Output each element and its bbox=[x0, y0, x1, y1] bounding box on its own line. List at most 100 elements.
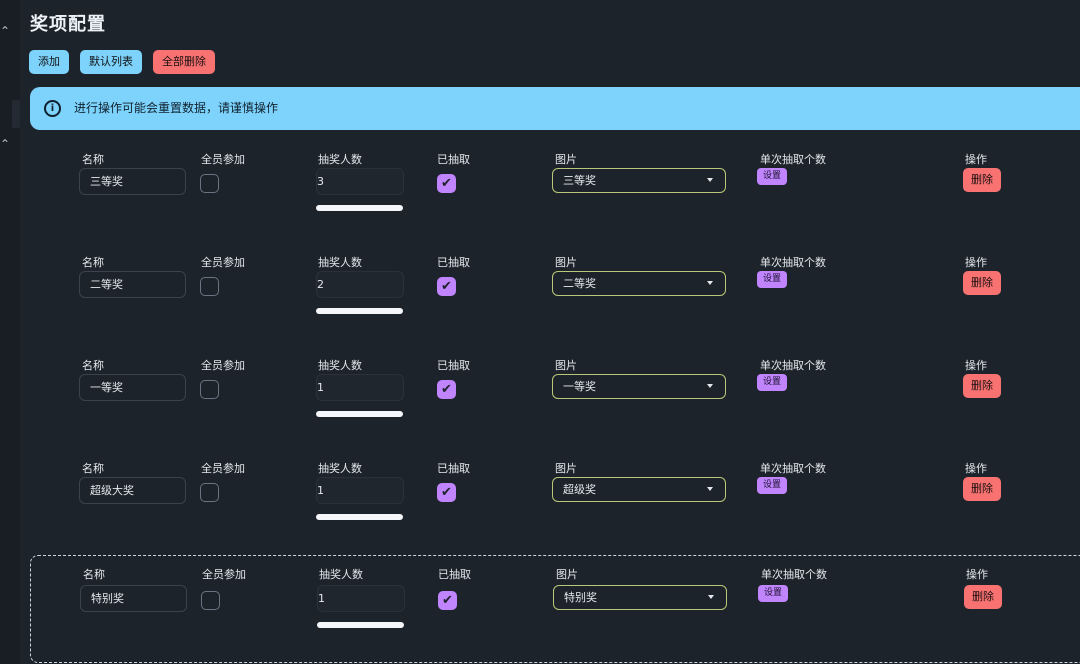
all-join-checkbox[interactable] bbox=[200, 174, 219, 193]
draw-count-input[interactable]: 3 bbox=[316, 168, 404, 195]
delete-prize-button[interactable]: 删除 bbox=[963, 477, 1001, 501]
set-per-draw-button[interactable]: 设置 bbox=[758, 585, 789, 602]
actions-label: 操作 bbox=[965, 359, 987, 372]
all-join-checkbox[interactable] bbox=[200, 380, 219, 399]
check-icon: ✔ bbox=[441, 485, 452, 500]
add-button[interactable]: 添加 bbox=[29, 50, 69, 74]
sidebar-item[interactable] bbox=[12, 100, 20, 128]
actions-label: 操作 bbox=[965, 256, 987, 269]
all-join-label: 全员参加 bbox=[202, 568, 246, 581]
chevron-down-icon bbox=[707, 281, 713, 285]
chevron-up-icon[interactable]: ⌃ bbox=[0, 25, 10, 37]
drawn-label: 已抽取 bbox=[438, 568, 471, 581]
delete-prize-button[interactable]: 删除 bbox=[963, 271, 1001, 295]
drawn-checkbox[interactable]: ✔ bbox=[437, 174, 456, 193]
chevron-up-icon[interactable]: ⌃ bbox=[0, 138, 10, 150]
draw-count-input[interactable]: 1 bbox=[316, 477, 404, 504]
all-join-checkbox[interactable] bbox=[200, 483, 219, 502]
drawn-checkbox[interactable]: ✔ bbox=[437, 380, 456, 399]
image-select[interactable]: 一等奖 bbox=[552, 374, 726, 399]
prize-name-input[interactable]: 二等奖 bbox=[79, 271, 186, 298]
draw-count-label: 抽奖人数 bbox=[318, 256, 362, 269]
chevron-down-icon bbox=[707, 384, 713, 388]
main-content: 奖项配置 添加 默认列表 全部删除 i 进行操作可能会重置数据，请谨慎操作 名称… bbox=[20, 0, 1080, 664]
image-select[interactable]: 二等奖 bbox=[552, 271, 726, 296]
draw-count-slider[interactable] bbox=[316, 411, 403, 417]
name-label: 名称 bbox=[83, 568, 105, 581]
draw-count-label: 抽奖人数 bbox=[319, 568, 363, 581]
drawn-label: 已抽取 bbox=[437, 256, 470, 269]
set-per-draw-button[interactable]: 设置 bbox=[757, 271, 788, 288]
delete-prize-button[interactable]: 删除 bbox=[964, 585, 1002, 609]
draw-count-label: 抽奖人数 bbox=[318, 462, 362, 475]
image-label: 图片 bbox=[555, 256, 577, 269]
actions-label: 操作 bbox=[966, 568, 988, 581]
draw-count-input[interactable]: 1 bbox=[316, 374, 404, 401]
check-icon: ✔ bbox=[441, 382, 452, 397]
prize-name-input[interactable]: 三等奖 bbox=[79, 168, 186, 195]
actions-label: 操作 bbox=[965, 153, 987, 166]
image-select[interactable]: 特别奖 bbox=[553, 585, 727, 610]
all-join-label: 全员参加 bbox=[201, 359, 245, 372]
actions-label: 操作 bbox=[965, 462, 987, 475]
draw-count-input[interactable]: 2 bbox=[316, 271, 404, 298]
chevron-down-icon bbox=[707, 487, 713, 491]
chevron-down-icon bbox=[708, 595, 714, 599]
set-per-draw-button[interactable]: 设置 bbox=[757, 168, 788, 185]
name-label: 名称 bbox=[82, 256, 104, 269]
image-select[interactable]: 超级奖 bbox=[552, 477, 726, 502]
all-join-label: 全员参加 bbox=[201, 153, 245, 166]
drawn-label: 已抽取 bbox=[437, 153, 470, 166]
prize-row: 名称 全员参加 抽奖人数 已抽取 图片 单次抽取个数 操作 超级大奖 1 ✔ 超… bbox=[20, 460, 1080, 563]
check-icon: ✔ bbox=[441, 279, 452, 294]
check-icon: ✔ bbox=[442, 593, 453, 608]
warning-alert: i 进行操作可能会重置数据，请谨慎操作 bbox=[30, 87, 1080, 130]
draw-count-slider[interactable] bbox=[316, 308, 403, 314]
per-draw-label: 单次抽取个数 bbox=[760, 256, 826, 269]
delete-prize-button[interactable]: 删除 bbox=[963, 374, 1001, 398]
draw-count-slider[interactable] bbox=[317, 622, 404, 628]
draw-count-label: 抽奖人数 bbox=[318, 359, 362, 372]
image-select[interactable]: 三等奖 bbox=[552, 168, 726, 193]
prize-name-input[interactable]: 超级大奖 bbox=[79, 477, 186, 504]
check-icon: ✔ bbox=[441, 176, 452, 191]
prize-row: 名称 全员参加 抽奖人数 已抽取 图片 单次抽取个数 操作 二等奖 2 ✔ 二等… bbox=[20, 254, 1080, 357]
per-draw-label: 单次抽取个数 bbox=[761, 568, 827, 581]
drawn-checkbox[interactable]: ✔ bbox=[437, 277, 456, 296]
default-list-button[interactable]: 默认列表 bbox=[80, 50, 142, 74]
alert-message: 进行操作可能会重置数据，请谨慎操作 bbox=[74, 101, 279, 115]
set-per-draw-button[interactable]: 设置 bbox=[757, 477, 788, 494]
drawn-checkbox[interactable]: ✔ bbox=[438, 591, 457, 610]
chevron-down-icon bbox=[707, 178, 713, 182]
all-join-label: 全员参加 bbox=[201, 462, 245, 475]
all-join-checkbox[interactable] bbox=[200, 277, 219, 296]
delete-all-button[interactable]: 全部删除 bbox=[153, 50, 215, 74]
all-join-label: 全员参加 bbox=[201, 256, 245, 269]
sidebar: ⌃ ⌃ bbox=[0, 0, 20, 664]
name-label: 名称 bbox=[82, 359, 104, 372]
image-label: 图片 bbox=[556, 568, 578, 581]
per-draw-label: 单次抽取个数 bbox=[760, 359, 826, 372]
all-join-checkbox[interactable] bbox=[201, 591, 220, 610]
draw-count-slider[interactable] bbox=[316, 514, 403, 520]
prize-name-input[interactable]: 特别奖 bbox=[80, 585, 187, 612]
prize-name-input[interactable]: 一等奖 bbox=[79, 374, 186, 401]
prize-row: 名称 全员参加 抽奖人数 已抽取 图片 单次抽取个数 操作 一等奖 1 ✔ 一等… bbox=[20, 357, 1080, 460]
delete-prize-button[interactable]: 删除 bbox=[963, 168, 1001, 192]
draw-count-label: 抽奖人数 bbox=[318, 153, 362, 166]
page-title: 奖项配置 bbox=[30, 14, 106, 35]
draw-count-input[interactable]: 1 bbox=[317, 585, 405, 612]
prize-row: 名称 全员参加 抽奖人数 已抽取 图片 单次抽取个数 操作 三等奖 3 ✔ 三等… bbox=[20, 151, 1080, 254]
draw-count-slider[interactable] bbox=[316, 205, 403, 211]
image-label: 图片 bbox=[555, 462, 577, 475]
info-icon: i bbox=[44, 100, 61, 117]
per-draw-label: 单次抽取个数 bbox=[760, 462, 826, 475]
image-select-value: 二等奖 bbox=[563, 277, 596, 290]
per-draw-label: 单次抽取个数 bbox=[760, 153, 826, 166]
drawn-checkbox[interactable]: ✔ bbox=[437, 483, 456, 502]
prize-row: 名称 全员参加 抽奖人数 已抽取 图片 单次抽取个数 操作 特别奖 1 ✔ 特别… bbox=[30, 555, 1080, 663]
image-select-value: 三等奖 bbox=[563, 174, 596, 187]
set-per-draw-button[interactable]: 设置 bbox=[757, 374, 788, 391]
name-label: 名称 bbox=[82, 462, 104, 475]
drawn-label: 已抽取 bbox=[437, 462, 470, 475]
